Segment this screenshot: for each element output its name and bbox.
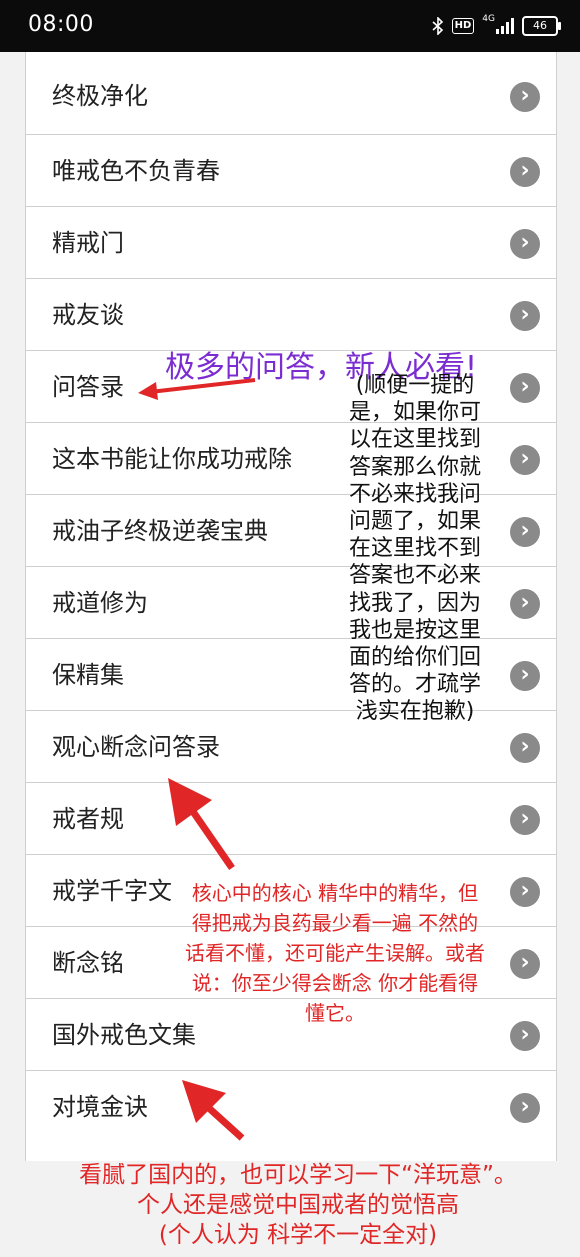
arrow-to-foreign (182, 1080, 245, 1141)
annotation-red-core: 核心中的核心 精华中的精华，但得把戒为良药最少看一遍 不然的话看不懂，还可能产生… (185, 881, 485, 1025)
arrow-to-guanxin (168, 778, 235, 870)
annotation-red-foreign-line2: 个人还是感觉中国戒者的觉悟高 (137, 1192, 459, 1218)
annotation-black: (顺便一提的是，如果你可以在这里找到答案那么你就不必来找我问问题了，如果在这里找… (348, 373, 481, 725)
annotation-red-foreign-line1: 看腻了国内的，也可以学习一下“洋玩意”。 (79, 1162, 517, 1188)
annotation-arrows (138, 378, 256, 1141)
annotation-red-foreign-line3: (个人认为 科学不一定全对) (158, 1222, 438, 1248)
annotation-red-foreign: 看腻了国内的，也可以学习一下“洋玩意”。 个人还是感觉中国戒者的觉悟高 (个人认… (18, 1160, 578, 1250)
